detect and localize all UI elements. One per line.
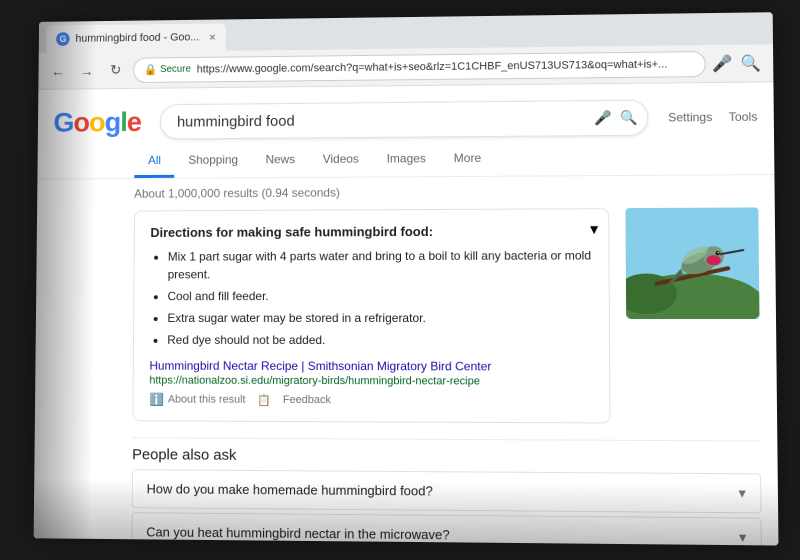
results-main: Directions for making safe hummingbird f…: [132, 207, 760, 440]
ask-chevron-2: ▾: [739, 529, 746, 546]
browser-tab[interactable]: G hummingbird food - Goo... ×: [46, 23, 225, 52]
ask-item-1-text: How do you make homemade hummingbird foo…: [147, 481, 433, 498]
snippet-list: Mix 1 part sugar with 4 parts water and …: [150, 246, 593, 349]
tab-title: hummingbird food - Goo...: [75, 32, 199, 45]
microphone-icon[interactable]: 🎤: [712, 53, 733, 73]
tab-shopping[interactable]: Shopping: [175, 145, 252, 178]
lock-icon: 🔒: [144, 63, 157, 76]
ask-item-1[interactable]: How do you make homemade hummingbird foo…: [132, 469, 762, 513]
settings-link[interactable]: Settings: [668, 110, 712, 124]
google-header: Google 🎤 🔍 Settings Tools: [38, 82, 774, 140]
feedback-button[interactable]: Feedback: [283, 394, 331, 406]
results-area: About 1,000,000 results (0.94 seconds) D…: [34, 175, 779, 546]
search-submit-icon[interactable]: 🔍: [620, 109, 638, 126]
ask-item-2-text: Can you heat hummingbird nectar in the m…: [146, 524, 449, 542]
snippet-source: Hummingbird Nectar Recipe | Smithsonian …: [149, 359, 593, 388]
hummingbird-image: [625, 207, 759, 319]
search-input[interactable]: [160, 100, 648, 140]
search-tabs: All Shopping News Videos Images More: [37, 135, 774, 180]
snippet-item-1: Mix 1 part sugar with 4 parts water and …: [168, 246, 593, 283]
tab-close-button[interactable]: ×: [209, 30, 216, 44]
tools-link[interactable]: Tools: [729, 110, 758, 124]
snippet-chevron: ▾: [590, 219, 598, 239]
forward-button[interactable]: →: [75, 59, 98, 83]
info-icon: ℹ️: [149, 393, 164, 407]
back-button[interactable]: ←: [46, 59, 69, 83]
url-text: https://www.google.com/search?q=what+is+…: [197, 58, 668, 75]
tab-favicon: G: [56, 32, 70, 46]
secure-label: Secure: [160, 64, 191, 75]
ask-item-2[interactable]: Can you heat hummingbird nectar in the m…: [131, 512, 762, 545]
featured-snippet: Directions for making safe hummingbird f…: [132, 208, 610, 423]
about-result[interactable]: ℹ️ About this result: [149, 393, 245, 407]
page-content: Google 🎤 🔍 Settings Tools All: [34, 82, 779, 545]
snippet-title: Directions for making safe hummingbird f…: [150, 223, 592, 240]
refresh-button[interactable]: ↻: [104, 58, 127, 82]
snippet-source-link[interactable]: Hummingbird Nectar Recipe | Smithsonian …: [149, 359, 491, 374]
browser-window: G hummingbird food - Goo... × ← → ↻ 🔒 Se…: [34, 12, 779, 545]
ask-chevron-1: ▾: [738, 484, 745, 502]
secure-badge: 🔒 Secure: [144, 63, 191, 76]
bird-image-container: [625, 207, 759, 319]
tab-news[interactable]: News: [252, 144, 309, 177]
google-logo: Google: [53, 106, 141, 138]
search-icon[interactable]: 🔍: [740, 53, 761, 73]
address-icons: 🎤 🔍: [712, 53, 761, 74]
search-box-wrapper: 🎤 🔍: [160, 100, 648, 140]
people-also-ask-title: People also ask: [132, 446, 761, 467]
snippet-url: https://nationalzoo.si.edu/migratory-bir…: [149, 375, 593, 388]
search-mic-icon[interactable]: 🎤: [594, 109, 612, 126]
snippet-item-2: Cool and fill feeder.: [168, 287, 593, 305]
tab-images[interactable]: Images: [373, 143, 440, 176]
results-count: About 1,000,000 results (0.94 seconds): [134, 183, 758, 200]
bird-svg: [625, 207, 759, 319]
search-inner-icons: 🎤 🔍: [594, 109, 638, 126]
header-right: Settings Tools: [668, 110, 757, 125]
browser-chrome: G hummingbird food - Goo... × ← → ↻ 🔒 Se…: [34, 12, 779, 545]
snippet-item-3: Extra sugar water may be stored in a ref…: [167, 309, 592, 327]
address-bar[interactable]: 🔒 Secure https://www.google.com/search?q…: [133, 51, 706, 83]
people-also-ask-section: People also ask How do you make homemade…: [131, 437, 762, 545]
snippet-meta: ℹ️ About this result 📋 Feedback: [149, 393, 593, 409]
tab-more[interactable]: More: [440, 143, 495, 176]
tab-videos[interactable]: Videos: [309, 144, 373, 177]
feedback-icon: 📋: [257, 393, 271, 406]
snippet-item-4: Red dye should not be added.: [167, 331, 593, 349]
tab-all[interactable]: All: [134, 145, 175, 178]
